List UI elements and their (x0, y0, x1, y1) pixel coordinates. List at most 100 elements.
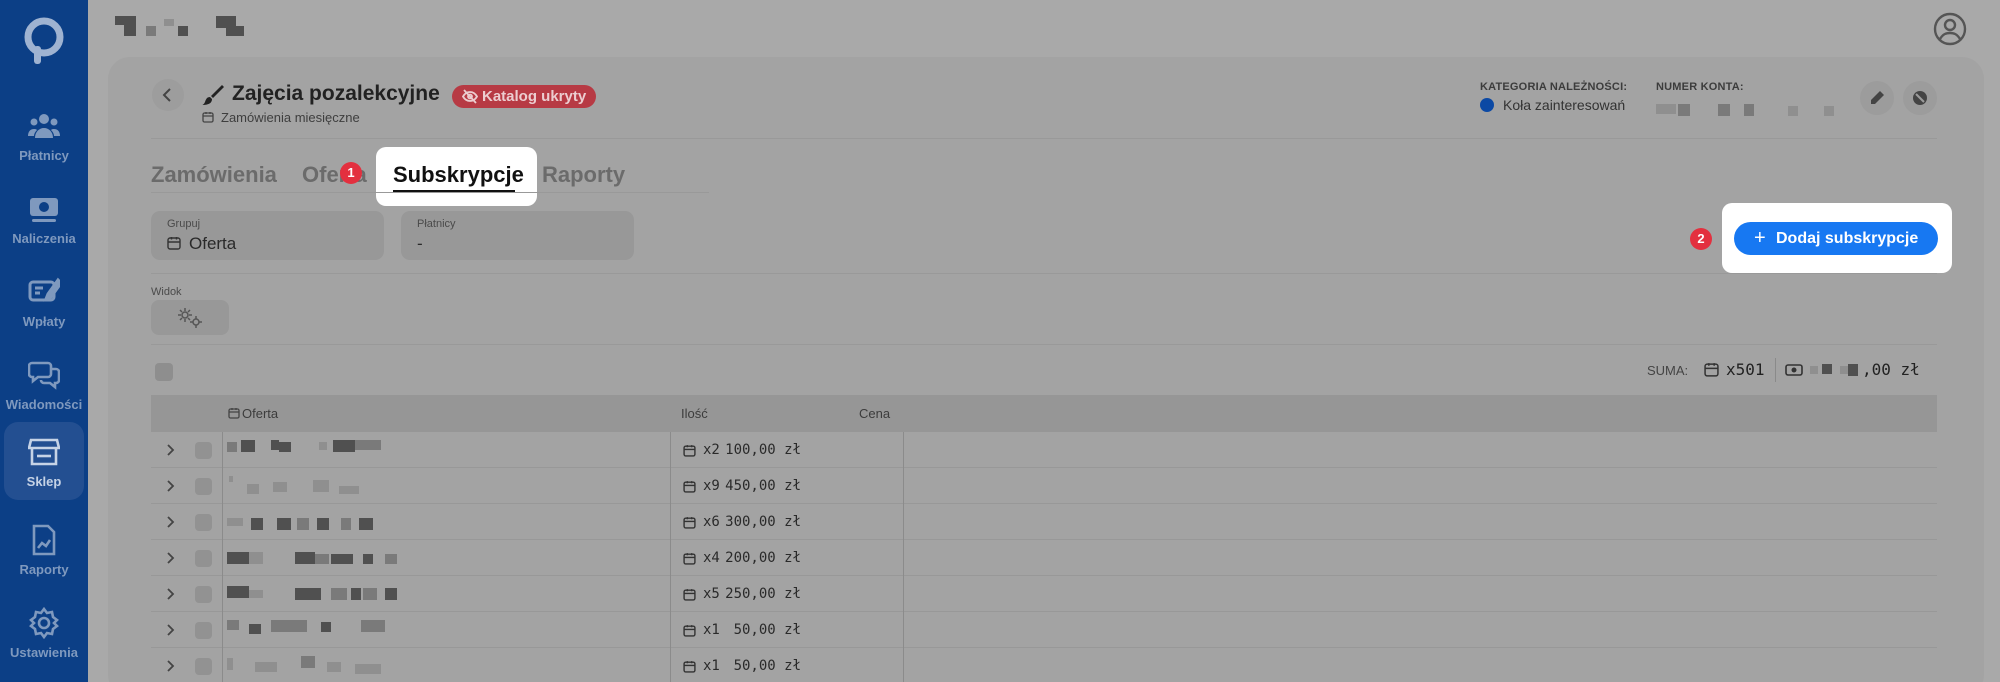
plus-icon: + (1754, 227, 1766, 249)
row-checkbox[interactable] (195, 514, 212, 531)
row-checkbox[interactable] (195, 442, 212, 459)
chevron-right-icon[interactable] (163, 623, 177, 637)
sidebar-item-payers[interactable]: Płatnicy (4, 96, 84, 174)
disable-button[interactable] (1903, 81, 1937, 115)
chevron-right-icon[interactable] (163, 515, 177, 529)
calendar-icon (683, 445, 696, 457)
row-checkbox[interactable] (195, 586, 212, 603)
chevron-right-icon[interactable] (163, 551, 177, 565)
account-number-label: NUMER KONTA: (1656, 81, 1744, 93)
row-checkbox[interactable] (195, 478, 212, 495)
row-checkbox[interactable] (195, 658, 212, 675)
sidebar-item-label: Sklep (26, 474, 62, 489)
view-divider (151, 344, 1937, 345)
user-account-icon[interactable] (1932, 11, 1968, 47)
column-qty[interactable]: Ilość (681, 406, 708, 421)
row-checkbox[interactable] (195, 622, 212, 639)
tab-subscriptions[interactable]: Subskrypcje (393, 162, 524, 188)
redacted-offer-name (227, 476, 417, 494)
app-logo-icon[interactable] (20, 16, 68, 66)
chevron-right-icon[interactable] (163, 443, 177, 457)
redacted-offer-name (227, 584, 417, 600)
payment-icon (28, 277, 60, 302)
redacted-offer-name (227, 656, 417, 674)
table-row[interactable]: x6 300,00 zł (151, 504, 1937, 540)
sidebar-item-reports[interactable]: Raporty (4, 510, 84, 588)
cell-divider (670, 612, 671, 648)
cell-divider (670, 648, 671, 682)
table-row[interactable]: x4 200,00 zł (151, 540, 1937, 576)
view-label: Widok (151, 286, 182, 298)
cell-divider (903, 576, 904, 612)
sidebar-item-settings[interactable]: Ustawienia (4, 593, 84, 671)
tab-orders[interactable]: Zamówienia (151, 162, 277, 188)
sidebar-item-label: Raporty (19, 562, 69, 577)
sidebar-item-charges[interactable]: Naliczenia (4, 179, 84, 257)
table-row[interactable]: x5 250,00 zł (151, 576, 1937, 612)
hidden-badge-label: Katalog ukryty (482, 88, 587, 105)
sidebar-item-payments[interactable]: Wpłaty (4, 262, 84, 340)
redacted-offer-name (227, 620, 417, 636)
table-header: Oferta Ilość Cena (151, 395, 1937, 432)
row-price: 450,00 zł (725, 478, 801, 494)
sidebar-item-store[interactable]: Sklep (4, 422, 84, 500)
table-row[interactable]: x9 450,00 zł (151, 468, 1937, 504)
view-settings-button[interactable] (151, 300, 229, 335)
calendar-icon (228, 408, 240, 419)
cell-divider (670, 504, 671, 540)
gear-icon (29, 607, 59, 639)
page-title: Zajęcia pozalekcyjne (232, 82, 440, 105)
step-2-badge: 2 (1690, 228, 1712, 250)
sidebar-item-messages[interactable]: Wiadomości (4, 345, 84, 423)
settings-gears-icon (178, 308, 202, 328)
table-row[interactable]: x1 50,00 zł (151, 612, 1937, 648)
row-checkbox[interactable] (195, 550, 212, 567)
eye-off-icon (462, 89, 478, 104)
table-row[interactable]: x1 50,00 zł (151, 648, 1937, 682)
chevron-right-icon[interactable] (163, 587, 177, 601)
chevron-right-icon[interactable] (163, 659, 177, 673)
group-by-select[interactable]: Grupuj Oferta (151, 211, 384, 260)
cell-divider (222, 648, 223, 682)
summary-label: SUMA: (1647, 363, 1689, 378)
chevron-right-icon[interactable] (163, 479, 177, 493)
tabs-divider (151, 192, 709, 193)
row-qty: x4 (703, 550, 720, 566)
report-icon (32, 524, 56, 556)
summary-amount-suffix: ,00 zł (1862, 360, 1920, 379)
row-price: 300,00 zł (725, 514, 801, 530)
category-color-dot (1480, 98, 1494, 112)
redacted-offer-name (227, 440, 417, 456)
row-qty: x5 (703, 586, 720, 602)
column-price[interactable]: Cena (859, 406, 890, 421)
row-qty: x2 (703, 442, 720, 458)
users-icon (28, 114, 60, 138)
group-by-value: Oferta (189, 234, 237, 253)
filters-divider (151, 273, 1937, 274)
header-divider (151, 138, 1937, 139)
sidebar-item-label: Wpłaty (22, 314, 66, 329)
back-button[interactable] (152, 79, 184, 111)
redacted-school-name (112, 14, 272, 40)
tab-reports[interactable]: Raporty (542, 162, 625, 188)
store-icon (28, 438, 60, 466)
cell-divider (670, 468, 671, 504)
cell-divider (670, 540, 671, 576)
page-subtitle: Zamówienia miesięczne (221, 110, 360, 125)
cell-divider (222, 612, 223, 648)
money-icon (30, 198, 58, 222)
row-price: 100,00 zł (725, 442, 801, 458)
edit-button[interactable] (1860, 81, 1894, 115)
add-subscription-button[interactable]: + Dodaj subskrypcje (1734, 222, 1938, 255)
table-row[interactable]: x2 100,00 zł (151, 432, 1937, 468)
redacted-summary-amount (1810, 364, 1860, 376)
select-all-checkbox[interactable] (155, 363, 173, 381)
row-qty: x9 (703, 478, 720, 494)
cell-divider (670, 576, 671, 612)
column-offer[interactable]: Oferta (242, 406, 278, 421)
category-label: KATEGORIA NALEŻNOŚCI: (1480, 81, 1628, 93)
row-qty: x1 (703, 622, 720, 638)
row-price: 250,00 zł (725, 586, 801, 602)
calendar-icon (1704, 363, 1719, 377)
payers-filter[interactable]: Płatnicy - (401, 211, 634, 260)
